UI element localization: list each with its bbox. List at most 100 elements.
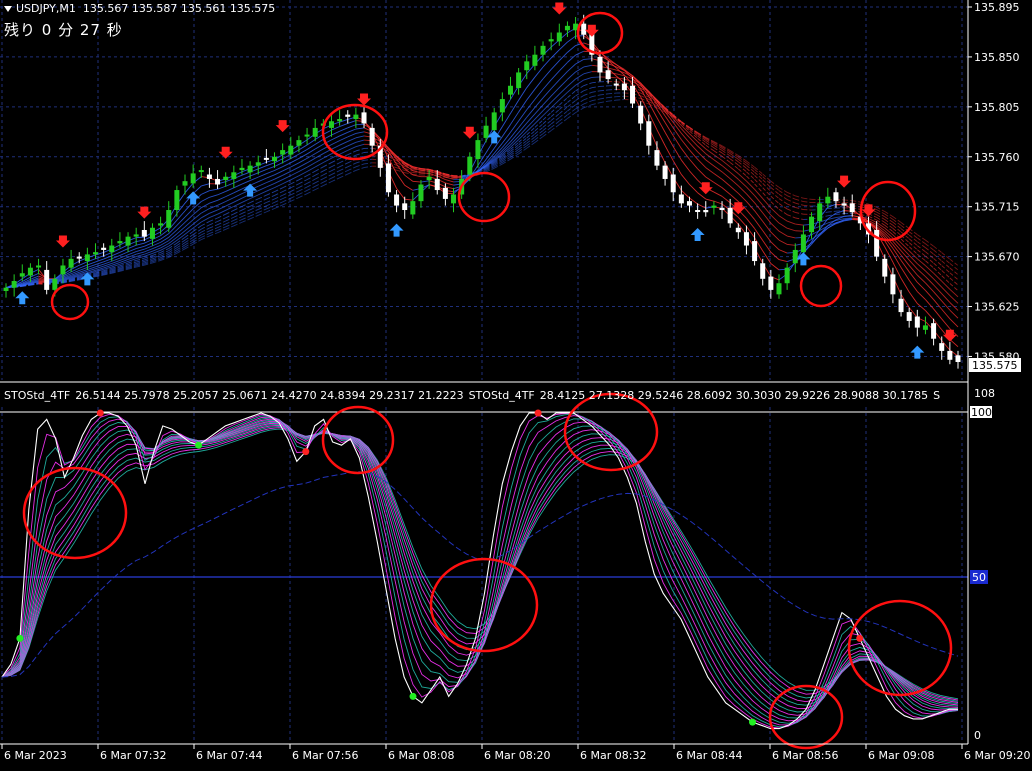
candle-body <box>166 210 172 228</box>
time-tick-label: 6 Mar 08:32 <box>580 749 646 762</box>
dropdown-triangle-icon[interactable] <box>4 6 12 12</box>
symbol-label: USDJPY,M1 <box>16 2 76 15</box>
candle-body <box>36 265 42 268</box>
bar-countdown: 残り 0 分 27 秒 <box>4 21 123 39</box>
candle-body <box>190 173 196 184</box>
candle-body <box>784 267 790 284</box>
candle-body <box>434 178 440 191</box>
candle-body <box>255 162 261 166</box>
candle-body <box>263 157 269 160</box>
candle-body <box>337 119 343 122</box>
candle-body <box>882 258 888 277</box>
candle-body <box>280 150 286 155</box>
price-tick-label: 135.670 <box>974 251 1020 264</box>
candle-body <box>564 25 570 31</box>
candle-body <box>19 273 25 277</box>
price-tick-label: 135.760 <box>974 151 1020 164</box>
candle-body <box>125 236 131 246</box>
candle-body <box>686 201 692 206</box>
candle-body <box>524 61 530 71</box>
candle-body <box>402 203 408 211</box>
candle-body <box>410 201 416 215</box>
candle-body <box>743 232 749 246</box>
candle-body <box>809 216 815 233</box>
candle-body <box>231 172 237 179</box>
candle-body <box>540 45 546 55</box>
candle-body <box>272 156 278 162</box>
candle-body <box>133 234 139 237</box>
candle-body <box>182 181 188 186</box>
price-tick-label: 135.895 <box>974 1 1020 14</box>
candle-body <box>239 167 245 171</box>
candle-body <box>507 85 513 95</box>
indicator-header: STOStd_4TF 26.5144 25.7978 25.2057 25.067… <box>4 389 945 402</box>
candle-body <box>833 192 839 202</box>
candle-body <box>288 145 294 155</box>
candle-body <box>353 114 359 120</box>
ma-segment <box>591 76 601 78</box>
candle-body <box>442 187 448 199</box>
candle-body <box>215 178 221 185</box>
time-tick-label: 6 Mar 07:44 <box>196 749 262 762</box>
candle-body <box>361 112 367 124</box>
candle-body <box>516 72 522 88</box>
candle-body <box>768 276 774 290</box>
candle-body <box>597 56 603 73</box>
time-tick-label: 6 Mar 2023 <box>4 749 67 762</box>
candle-body <box>296 140 302 146</box>
candle-body <box>328 121 334 128</box>
candle-body <box>418 184 424 202</box>
time-tick-label: 6 Mar 07:56 <box>292 749 358 762</box>
candle-body <box>11 281 17 288</box>
current-price-label: 135.575 <box>972 359 1018 372</box>
candle-body <box>60 265 66 275</box>
indicator-tick-label: 0 <box>974 729 981 742</box>
candle-body <box>548 39 554 42</box>
indicator-values-2: 28.4125 27.1328 29.5246 28.6092 30.3030 … <box>539 389 929 402</box>
indicator-values-1: 26.5144 25.7978 25.2057 25.0671 24.4270 … <box>75 389 464 402</box>
candle-body <box>532 54 538 66</box>
candle-body <box>760 263 766 279</box>
candle-body <box>670 174 676 193</box>
candle-body <box>849 203 855 213</box>
candle-body <box>223 176 229 181</box>
candle-body <box>719 207 725 211</box>
candle-body <box>638 105 644 124</box>
candle-body <box>630 85 636 104</box>
sto-sell-dot <box>856 634 864 642</box>
candle-body <box>141 229 147 237</box>
candle-body <box>792 249 798 264</box>
candle-body <box>27 267 33 276</box>
candle-body <box>621 83 627 91</box>
indicator-tail: S <box>933 389 941 402</box>
time-tick-label: 6 Mar 08:08 <box>388 749 454 762</box>
time-tick-label: 6 Mar 09:08 <box>868 749 934 762</box>
candle-body <box>93 252 99 255</box>
candle-body <box>3 287 9 291</box>
candle-body <box>312 127 318 137</box>
candle-body <box>84 254 90 262</box>
candle-body <box>198 170 204 173</box>
candle-body <box>109 245 115 253</box>
candle-body <box>841 203 847 206</box>
candle-body <box>68 258 74 268</box>
sto-buy-dot <box>409 692 417 700</box>
candle-body <box>499 99 505 113</box>
candle-body <box>467 156 473 175</box>
candle-body <box>727 207 733 224</box>
sto-sell-dot <box>534 409 542 417</box>
candle-body <box>345 114 351 117</box>
candle-body <box>605 70 611 80</box>
price-tick-label: 135.715 <box>974 201 1020 214</box>
sto-sell-dot <box>96 409 104 417</box>
axis-background <box>968 0 1032 771</box>
level-50-label: 50 <box>972 571 986 584</box>
candle-body <box>874 229 880 257</box>
candle-body <box>922 325 928 330</box>
candle-body <box>890 274 896 295</box>
candle-body <box>385 163 391 193</box>
time-tick-label: 6 Mar 08:44 <box>676 749 742 762</box>
symbol-header[interactable]: USDJPY,M1 135.567 135.587 135.561 135.57… <box>4 2 275 15</box>
candle-body <box>149 227 155 239</box>
candle-body <box>426 176 432 181</box>
